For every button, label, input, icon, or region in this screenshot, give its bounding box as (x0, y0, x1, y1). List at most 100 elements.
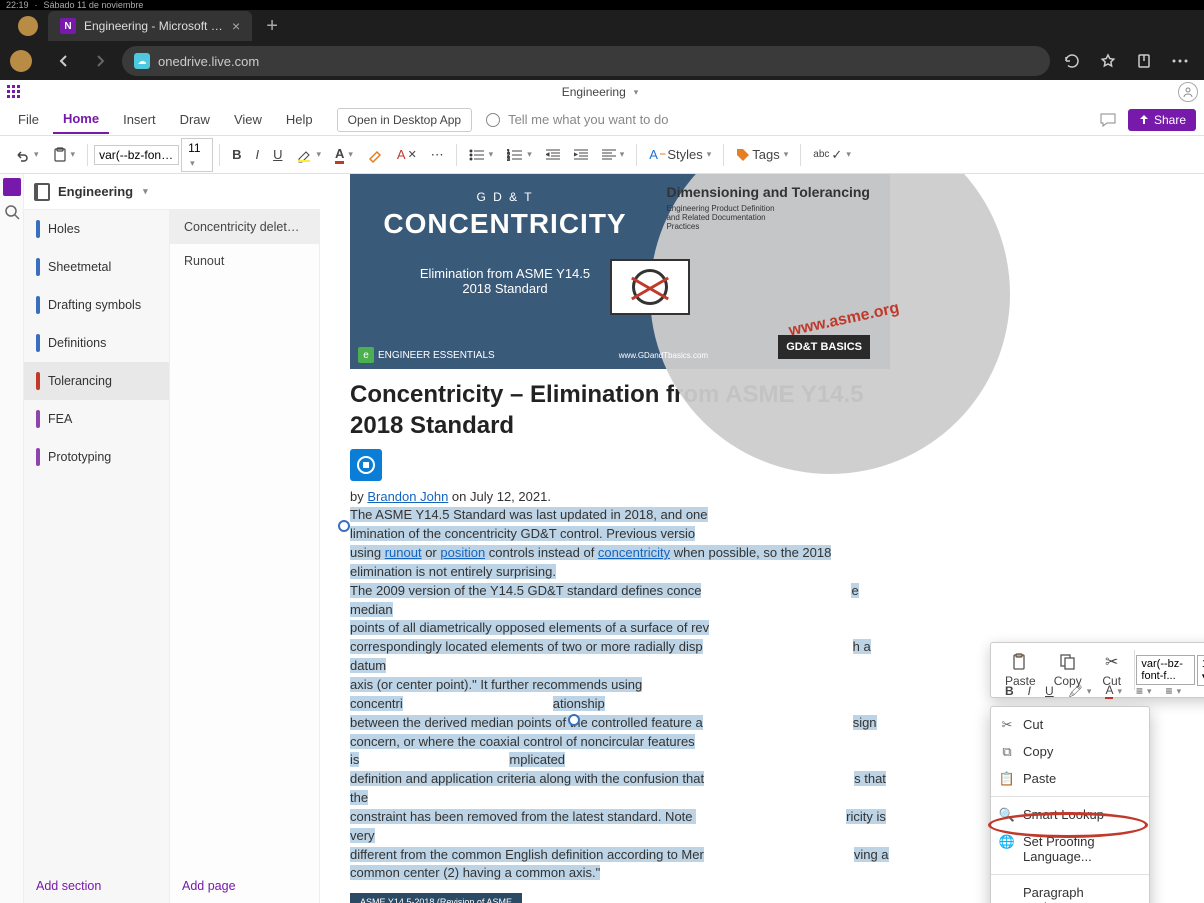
section-item[interactable]: Prototyping (24, 438, 169, 476)
section-item[interactable]: Holes (24, 210, 169, 248)
indent-button[interactable] (568, 145, 594, 165)
concentricity-link[interactable]: concentricity (598, 545, 670, 560)
ctx-proofing-language[interactable]: 🌐Set Proofing Language... (991, 828, 1149, 870)
ctx-paste[interactable]: 📋Paste (991, 765, 1149, 792)
browser-chrome: N Engineering - Microsoft OneN × + ☁ one… (0, 10, 1204, 80)
tell-me-search[interactable]: Tell me what you want to do (486, 112, 1088, 127)
mini-bullets-button[interactable]: ≡▾ (1130, 679, 1158, 703)
tab-draw[interactable]: Draw (170, 106, 220, 133)
back-button[interactable] (50, 47, 78, 75)
bullets-button[interactable]: ▾ (463, 145, 500, 165)
position-link[interactable]: position (440, 545, 485, 560)
hero-subtitle: Elimination from ASME Y14.52018 Standard (360, 266, 650, 296)
tab-help[interactable]: Help (276, 106, 323, 133)
new-tab-button[interactable]: + (266, 15, 278, 38)
app-launcher-icon[interactable] (6, 84, 22, 100)
url-bar[interactable]: ☁ onedrive.live.com (122, 46, 1050, 76)
app-header: Engineering ▾ (0, 80, 1204, 104)
onenote-icon: N (60, 18, 76, 34)
more-button[interactable] (1166, 47, 1194, 75)
doc-title-dropdown[interactable]: Engineering ▾ (562, 85, 639, 99)
italic-button[interactable]: I (249, 143, 265, 166)
context-menu: ✂Cut ⧉Copy 📋Paste 🔍Smart Lookup 🌐Set Pro… (990, 706, 1150, 903)
bold-button[interactable]: B (226, 143, 247, 166)
font-select[interactable]: var(--bz-font-f... (94, 145, 179, 165)
search-icon[interactable] (4, 204, 20, 220)
highlight-button[interactable]: ▾ (290, 143, 327, 167)
ctx-copy[interactable]: ⧉Copy (991, 738, 1149, 765)
ctx-smart-lookup[interactable]: 🔍Smart Lookup (991, 801, 1149, 828)
notebook-dropdown[interactable]: Engineering ▾ (24, 174, 320, 210)
section-item[interactable]: FEA (24, 400, 169, 438)
ctx-paragraph-options[interactable]: Paragraph Options... (991, 879, 1149, 903)
undo-button[interactable]: ▾ (8, 143, 45, 167)
selection-start-handle[interactable] (338, 520, 350, 532)
more-formatting-button[interactable]: ⋯ (425, 143, 450, 167)
refresh-button[interactable] (1058, 47, 1086, 75)
feedback-icon[interactable] (1098, 110, 1118, 130)
page-canvas[interactable]: Dimensioning and Tolerancing Engineering… (320, 174, 1204, 903)
mini-underline-button[interactable]: U (1039, 679, 1060, 703)
lightbulb-icon (486, 113, 500, 127)
section-item[interactable]: Definitions (24, 324, 169, 362)
clipboard-button[interactable]: ▾ (47, 143, 82, 167)
author-link[interactable]: Brandon John (367, 489, 448, 504)
profile-avatar[interactable] (18, 16, 38, 36)
chevron-down-icon: ▾ (143, 186, 148, 197)
underline-button[interactable]: U (267, 143, 288, 166)
mini-bold-button[interactable]: B (999, 679, 1020, 703)
format-painter-button[interactable]: A✕ (391, 143, 423, 166)
author-avatar-icon (350, 449, 382, 481)
align-button[interactable]: ▾ (596, 145, 631, 165)
font-color-button[interactable]: A▾ (329, 142, 359, 168)
tags-button[interactable]: Tags▾ (730, 143, 794, 166)
ctx-cut[interactable]: ✂Cut (991, 711, 1149, 738)
body-text[interactable]: The ASME Y14.5 Standard was last updated… (350, 506, 890, 883)
add-page-button[interactable]: Add page (170, 869, 319, 903)
styles-button[interactable]: A⎯ Styles▾ (643, 143, 717, 166)
window-avatar[interactable] (10, 50, 32, 72)
url-text: onedrive.live.com (158, 54, 259, 69)
page-item[interactable]: Runout (170, 244, 319, 278)
svg-text:3: 3 (507, 157, 510, 161)
search-icon: 🔍 (999, 807, 1015, 823)
mini-color2-button[interactable]: A▾ (1099, 679, 1128, 703)
dictate-button[interactable]: abc✓▾ (807, 143, 857, 167)
copy-icon: ⧉ (999, 744, 1015, 760)
section-item[interactable]: Tolerancing (24, 362, 169, 400)
clear-format-button[interactable] (361, 143, 389, 167)
runout-link[interactable]: runout (385, 545, 422, 560)
mini-italic-button[interactable]: I (1022, 679, 1037, 703)
favorites-button[interactable] (1094, 47, 1122, 75)
chevron-down-icon: ▾ (634, 87, 639, 98)
mini-size-select[interactable]: 11 ▾ (1197, 655, 1204, 686)
tab-file[interactable]: File (8, 106, 49, 133)
open-desktop-button[interactable]: Open in Desktop App (337, 108, 472, 132)
outdent-button[interactable] (540, 145, 566, 165)
scissors-icon: ✂ (999, 717, 1015, 733)
page-list: Concentricity deleted fro... Runout Add … (170, 210, 320, 903)
notebook-icon[interactable] (3, 178, 21, 196)
hero-kicker: G D & T (360, 190, 650, 204)
browser-tab[interactable]: N Engineering - Microsoft OneN × (48, 11, 252, 41)
tab-view[interactable]: View (224, 106, 272, 133)
section-item[interactable]: Sheetmetal (24, 248, 169, 286)
numbering-button[interactable]: 123▾ (501, 145, 538, 165)
site-icon: ☁ (134, 53, 150, 69)
size-select[interactable]: 11 ▾ (181, 138, 213, 172)
add-section-button[interactable]: Add section (24, 869, 169, 903)
account-button[interactable] (1178, 82, 1198, 102)
share-button[interactable]: Share (1128, 109, 1196, 131)
collections-button[interactable] (1130, 47, 1158, 75)
forward-button[interactable] (86, 47, 114, 75)
tab-home[interactable]: Home (53, 105, 109, 134)
hero-right-heading: Dimensioning and Tolerancing Engineering… (666, 184, 870, 231)
close-tab-icon[interactable]: × (232, 18, 240, 34)
tab-strip: N Engineering - Microsoft OneN × + (0, 10, 1204, 42)
mini-numbers-button[interactable]: ≡▾ (1160, 679, 1188, 703)
tab-insert[interactable]: Insert (113, 106, 166, 133)
page-item[interactable]: Concentricity deleted fro... (170, 210, 319, 244)
section-item[interactable]: Drafting symbols (24, 286, 169, 324)
tab-title: Engineering - Microsoft OneN (84, 19, 224, 33)
mini-highlight2-button[interactable]: 🖍▾ (1062, 679, 1098, 703)
